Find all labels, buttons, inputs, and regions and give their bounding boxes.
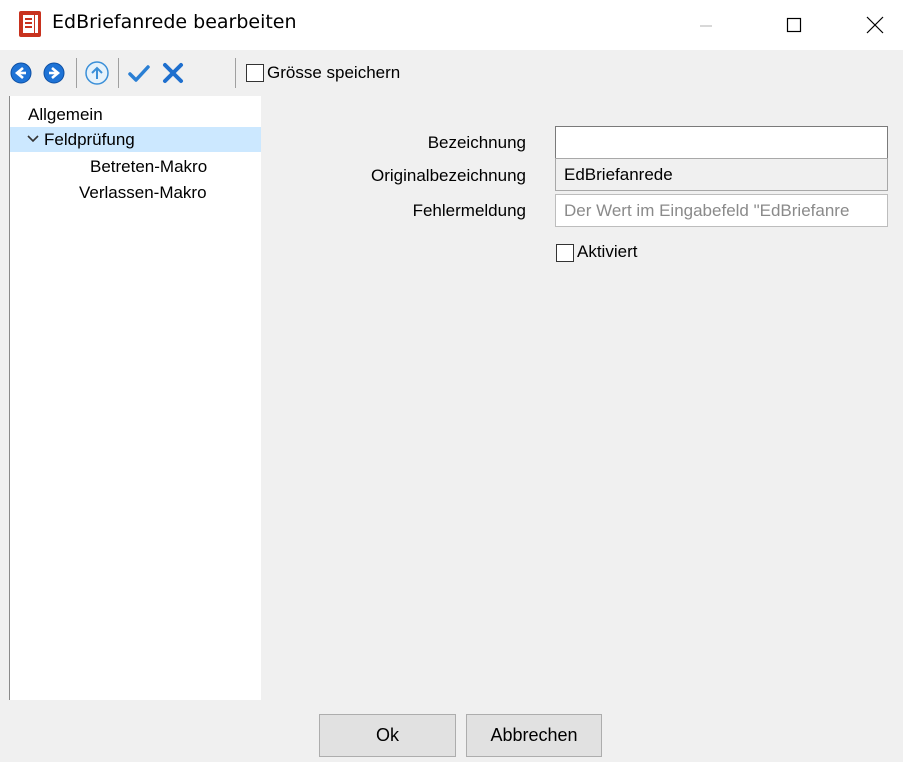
window-title: EdBriefanrede bearbeiten <box>52 11 297 33</box>
tree-item-label: Feldprüfung <box>44 130 135 149</box>
toolbar <box>0 52 903 94</box>
originalbezeichnung-label: Originalbezeichnung <box>371 166 526 185</box>
originalbezeichnung-field[interactable]: EdBriefanrede <box>555 158 888 191</box>
tree-item-label: Verlassen-Makro <box>79 183 207 202</box>
cross-icon[interactable] <box>160 60 186 86</box>
up-circle-icon[interactable] <box>84 60 110 86</box>
back-circle-icon[interactable] <box>8 60 34 86</box>
minimize-icon <box>700 25 712 27</box>
maximize-icon <box>786 17 802 33</box>
bezeichnung-input[interactable] <box>555 126 888 159</box>
forward-circle-icon[interactable] <box>41 60 67 86</box>
tree-item-label: Allgemein <box>28 105 103 124</box>
aktiviert-label: Aktiviert <box>577 242 638 261</box>
save-size-label: Grösse speichern <box>267 63 401 82</box>
minimize-button[interactable] <box>678 0 734 50</box>
tree-item-feldpruefung[interactable]: Feldprüfung <box>10 127 261 152</box>
close-icon <box>866 16 884 34</box>
ok-button[interactable]: Ok <box>319 714 456 757</box>
maximize-button[interactable] <box>766 0 822 50</box>
close-button[interactable] <box>847 0 903 50</box>
checkmark-icon[interactable] <box>126 60 152 86</box>
navigation-tree: Allgemein Feldprüfung Betreten-Makro Ver… <box>9 96 261 700</box>
tree-item-allgemein[interactable]: Allgemein <box>10 102 279 127</box>
tree-item-label: Betreten-Makro <box>90 157 208 176</box>
cancel-button[interactable]: Abbrechen <box>466 714 602 757</box>
toolbar-separator <box>76 58 77 88</box>
bezeichnung-label: Bezeichnung <box>427 133 526 152</box>
document-icon <box>18 10 42 38</box>
fehlermeldung-input[interactable]: Der Wert im Eingabefeld "EdBriefanre <box>555 194 888 227</box>
aktiviert-checkbox[interactable] <box>556 244 574 262</box>
toolbar-separator <box>235 58 236 88</box>
save-size-checkbox[interactable] <box>246 64 264 82</box>
fehlermeldung-label: Fehlermeldung <box>412 201 526 220</box>
toolbar-separator <box>118 58 119 88</box>
